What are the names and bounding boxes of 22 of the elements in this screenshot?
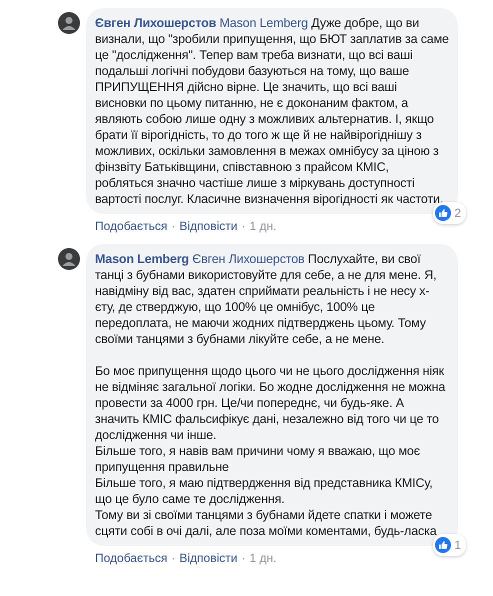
thumbs-up-icon	[435, 205, 452, 221]
separator-dot: ·	[241, 218, 246, 234]
author-link[interactable]: Mason Lemberg	[95, 252, 189, 266]
mention-link[interactable]: Євген Лихошерстов	[192, 252, 305, 266]
comment-text: Бо моє припущення щодо цього чи не цього дослідження ніяк не відміняє загальної логіки. Бо жодне дослідження не можна провести за 4000 грн. Це/чи попереднє, чи будь-яке. А значить КМІС фальсифікує дані, незалежно від того чи це то дослідження чи інше.	[95, 363, 446, 443]
reaction-count: 1	[454, 537, 461, 554]
avatar-icon[interactable]	[58, 12, 80, 34]
comment-text: Mason Lemberg Євген Лихошерстов Послухайте, ви свої танці з бубнами використовуйте для себе, а не для мене. Я, навідміну від вас, здатен сприймати реальність і не несу х-єту, де стверджую, що 100% це омнібус, 100% це передоплата, не маючи жодних підтверджень цьому. Тому своїми танцями з бубнами лікуйте себе, а не мене.	[95, 251, 438, 347]
comment-text: Більше того, я навів вам причини чому я вважаю, що моє припущення правильне	[95, 443, 421, 475]
reaction-count: 2	[454, 205, 461, 222]
author-link[interactable]: Євген Лихошерстов	[95, 16, 216, 30]
avatar-icon[interactable]	[58, 248, 80, 270]
separator-dot: ·	[171, 218, 176, 234]
separator-dot: ·	[241, 550, 246, 566]
like-link[interactable]: Подобається	[95, 550, 168, 566]
mention-link[interactable]: Mason Lemberg	[220, 16, 308, 30]
reply-link[interactable]: Відповісти	[179, 550, 238, 566]
comment-text: Більше того, я маю підтвердження від представника КМІСу, що це було саме те дослідження.	[95, 475, 434, 507]
separator-dot: ·	[171, 550, 176, 566]
like-link[interactable]: Подобається	[95, 218, 168, 234]
reply-link[interactable]: Відповісти	[179, 218, 238, 234]
thumbs-up-icon	[435, 537, 452, 553]
